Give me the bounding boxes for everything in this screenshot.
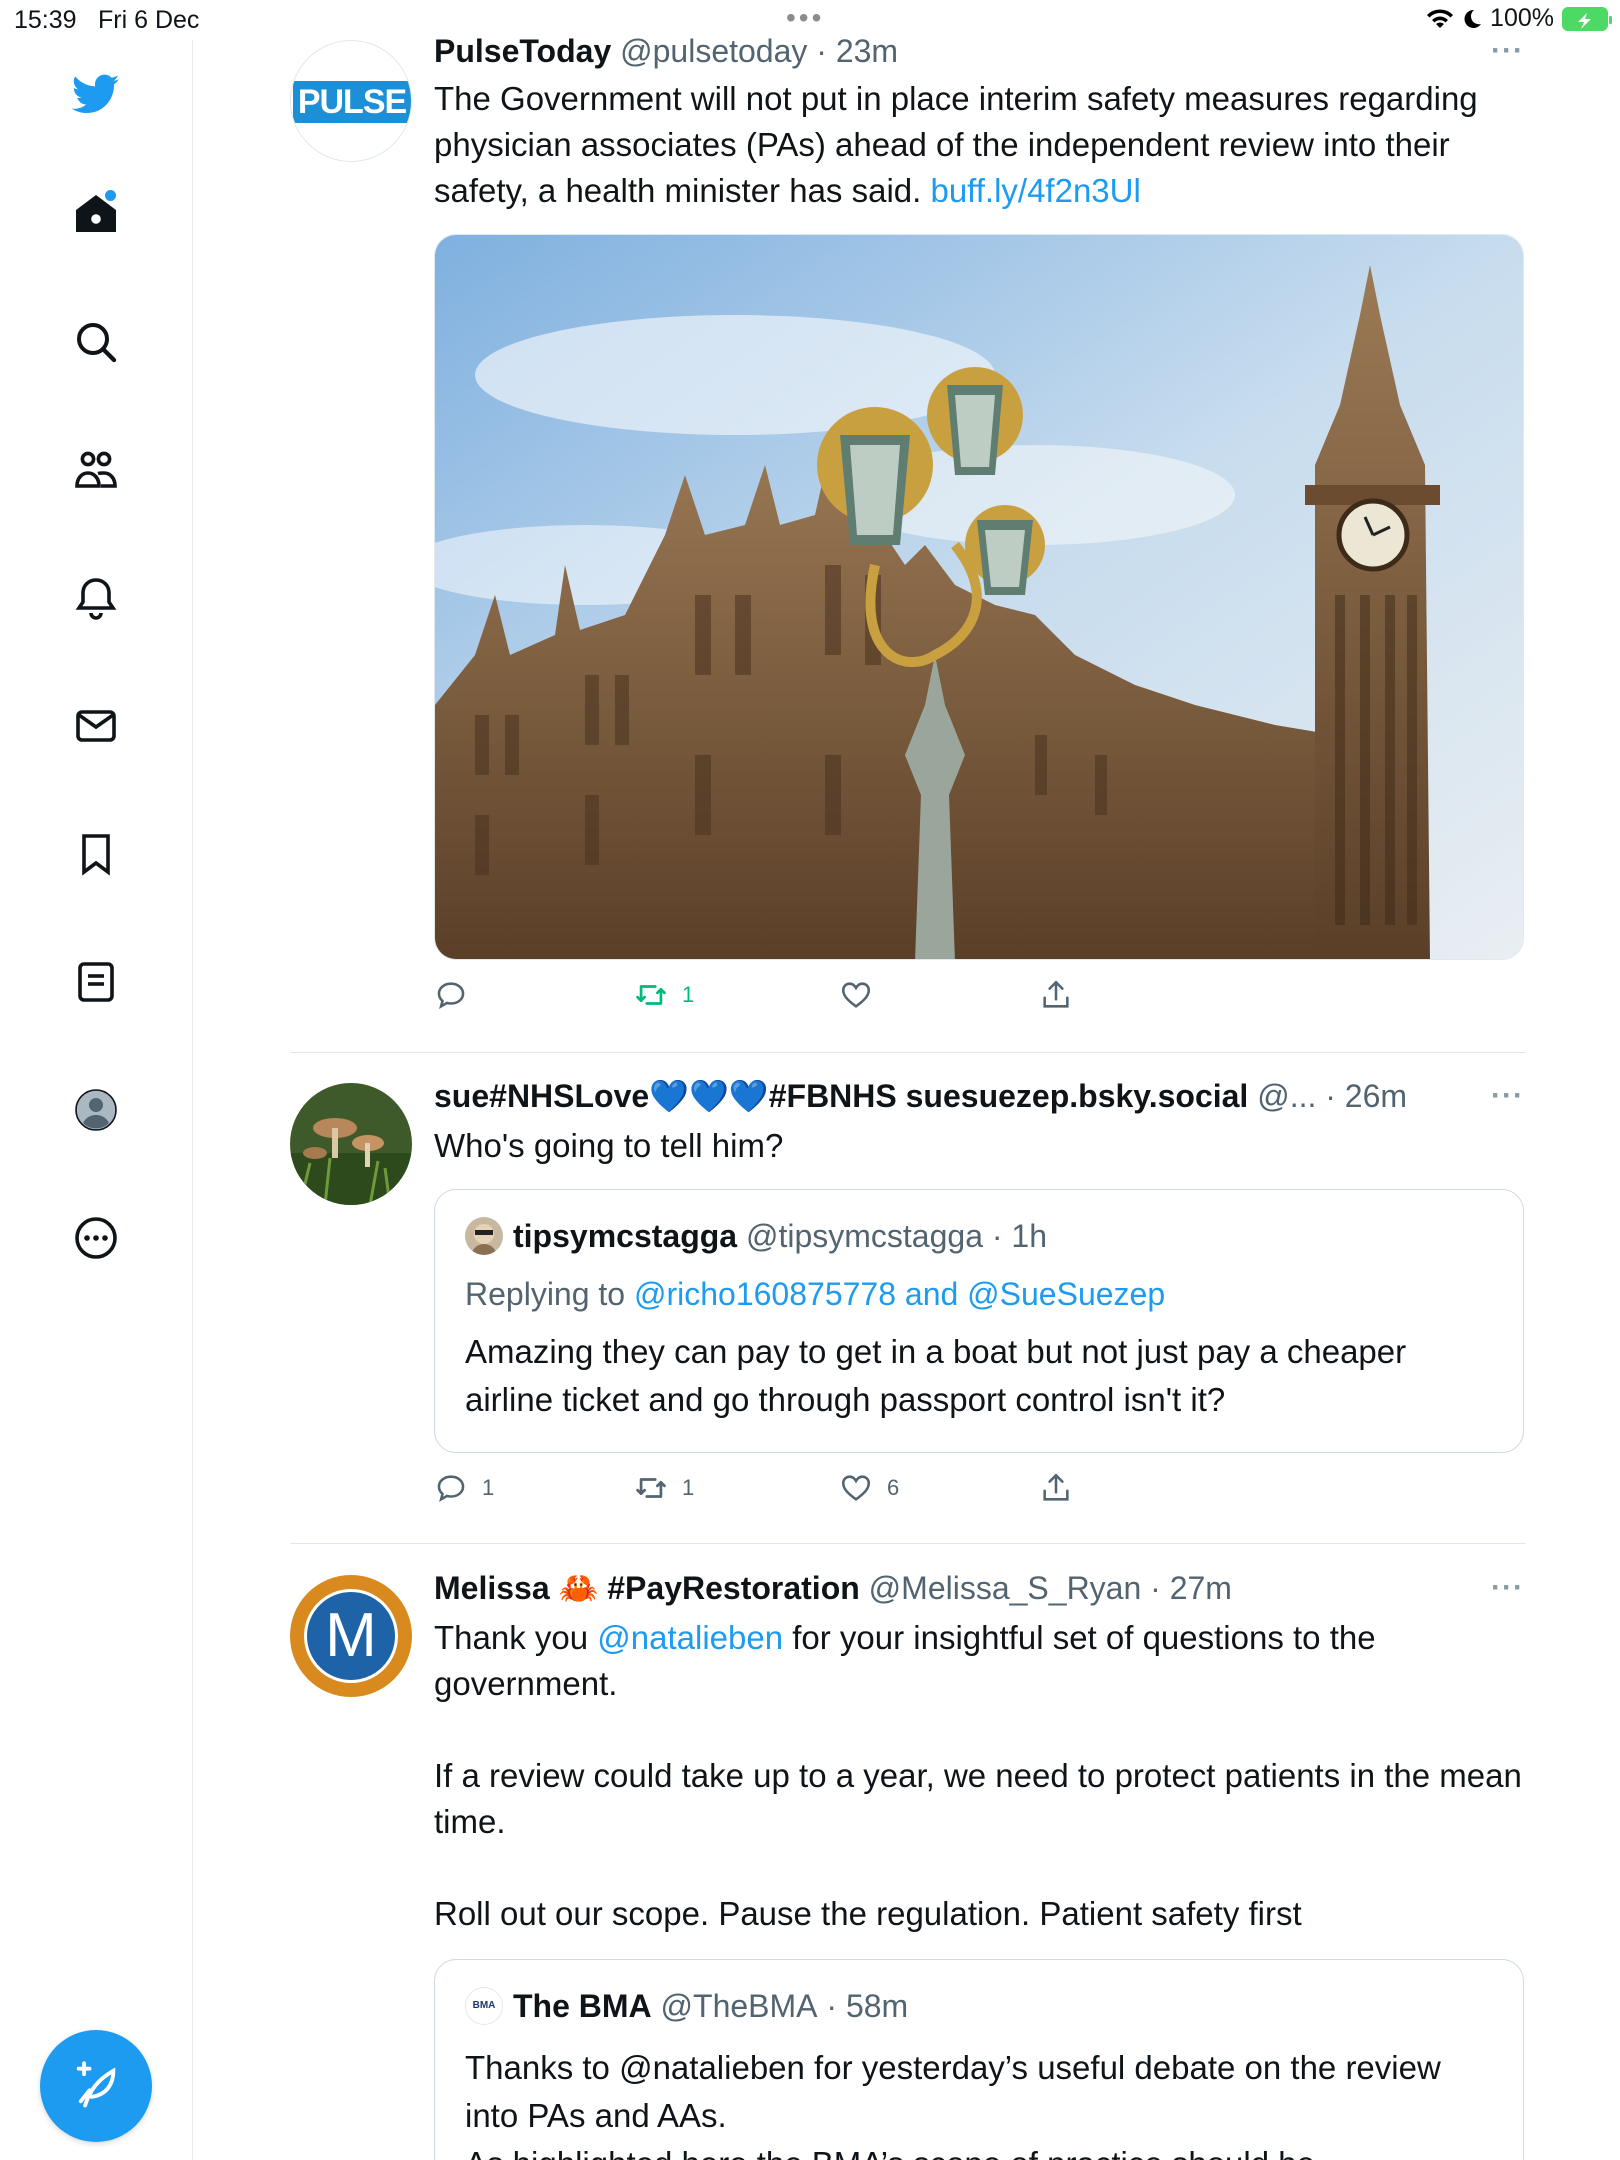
- quoted-tweet-time: 58m: [845, 1988, 909, 2024]
- tweet-paragraph: Roll out our scope. Pause the regulation…: [434, 1895, 1302, 1932]
- quoted-author-handle: @tipsymcstagga: [745, 1218, 983, 1254]
- tweet-header: Melissa 🦀 #PayRestoration @Melissa_S_Rya…: [434, 1567, 1524, 1609]
- avatar[interactable]: M: [290, 1575, 412, 1697]
- quoted-tweet-header: tipsymcstagga @tipsymcstagga · 1h: [465, 1214, 1493, 1258]
- reply-button[interactable]: [434, 978, 482, 1012]
- tweet-divider: [290, 1052, 1526, 1053]
- share-button[interactable]: [1039, 1471, 1073, 1505]
- quoted-tweet-header: BMA The BMA @TheBMA · 58m: [465, 1984, 1493, 2028]
- home-notification-dot: [105, 190, 116, 201]
- author-name[interactable]: sue#NHSLove💙💙💙#FBNHS suesuezep.bsky.soci…: [434, 1078, 1248, 1114]
- feather-plus-icon: [76, 2061, 116, 2108]
- author-name[interactable]: PulseToday: [434, 33, 611, 69]
- heart-icon: [841, 1475, 871, 1501]
- heart-icon: [841, 982, 871, 1008]
- share-icon: [1043, 980, 1069, 1008]
- replying-to-handles[interactable]: @richo160875778 and @SueSuezep: [634, 1276, 1165, 1312]
- compose-tweet-button[interactable]: [40, 2030, 152, 2142]
- more-options-icon[interactable]: ···: [1491, 1567, 1524, 1609]
- avatar-inner-circle: M: [304, 1589, 398, 1683]
- bell-icon[interactable]: [66, 568, 126, 628]
- tweet-time[interactable]: 26m: [1345, 1078, 1407, 1114]
- tweet-text: Thank you @natalieben for your insightfu…: [434, 1619, 1376, 1702]
- share-icon: [1043, 1473, 1069, 1501]
- people-icon[interactable]: [66, 440, 126, 500]
- author-handle[interactable]: @...: [1257, 1078, 1316, 1114]
- more-options-icon[interactable]: ···: [1491, 1075, 1524, 1117]
- bma-logo: BMA: [465, 1987, 503, 2025]
- quoted-tweet[interactable]: BMA The BMA @TheBMA · 58m Thanks to @nat…: [434, 1959, 1524, 2160]
- tweet-text: The Government will not put in place int…: [434, 80, 1478, 209]
- twitter-bird-icon[interactable]: [66, 64, 126, 124]
- retweet-count: 1: [682, 1475, 695, 1500]
- replying-to: Replying to @richo160875778 and @SueSuez…: [465, 1276, 1166, 1312]
- bookmark-icon[interactable]: [66, 824, 126, 884]
- pulse-logo: PULSE: [293, 81, 411, 123]
- reply-icon: [437, 982, 465, 1009]
- reply-button[interactable]: 1: [434, 1471, 494, 1505]
- list-icon[interactable]: [66, 952, 126, 1012]
- tweet-actions: 1: [434, 978, 1524, 1038]
- envelope-icon[interactable]: [66, 696, 126, 756]
- author-handle[interactable]: @Melissa_S_Ryan: [869, 1570, 1142, 1606]
- quoted-tweet-time: 1h: [1011, 1218, 1048, 1254]
- retweet-button[interactable]: 1: [634, 978, 694, 1012]
- timeline-feed: PULSE PulseToday @pulsetoday · 23m ··· T…: [193, 0, 1620, 2160]
- sidebar-nav: [0, 40, 193, 2160]
- like-count: 6: [887, 1475, 900, 1500]
- retweet-count: 1: [682, 982, 695, 1007]
- like-button[interactable]: 6: [839, 1471, 899, 1505]
- quoted-tweet-text: Thanks to @natalieben for yesterday’s us…: [465, 2049, 1441, 2134]
- quoted-author-handle: @TheBMA: [660, 1988, 818, 2024]
- avatar[interactable]: PULSE: [290, 40, 412, 162]
- author-handle[interactable]: @pulsetoday: [620, 33, 807, 69]
- search-icon[interactable]: [66, 312, 126, 372]
- home-icon[interactable]: [66, 184, 126, 244]
- like-button[interactable]: [839, 978, 887, 1012]
- retweet-button[interactable]: 1: [634, 1471, 694, 1505]
- tweet-time[interactable]: 23m: [836, 33, 898, 69]
- quoted-tweet-text-continued: As highlighted here the BMA’s scope of p…: [465, 2140, 1493, 2160]
- tweet-link[interactable]: buff.ly/4f2n3Ul: [930, 172, 1140, 209]
- reply-icon: [437, 1475, 465, 1502]
- quoted-tweet-text: Amazing they can pay to get in a boat bu…: [465, 1333, 1407, 1418]
- quoted-author-name: tipsymcstagga: [513, 1218, 738, 1254]
- parliament-photo: [435, 235, 1523, 959]
- more-circle-icon[interactable]: [66, 1208, 126, 1268]
- status-date: Fri 6 Dec: [98, 6, 200, 34]
- mushroom-avatar-image: [290, 1083, 412, 1205]
- tweet-paragraph: If a review could take up to a year, we …: [434, 1757, 1522, 1840]
- share-button[interactable]: [1039, 978, 1073, 1012]
- avatar[interactable]: [290, 1083, 412, 1205]
- reply-count: 1: [482, 1475, 495, 1500]
- quoted-tweet[interactable]: tipsymcstagga @tipsymcstagga · 1h Replyi…: [434, 1189, 1524, 1453]
- tweet-actions: 1 1 6: [434, 1471, 1524, 1531]
- quoted-avatar: [465, 1217, 503, 1255]
- status-time: 15:39: [14, 6, 77, 34]
- tweet-header: PulseToday @pulsetoday · 23m ···: [434, 30, 1524, 72]
- author-name[interactable]: Melissa 🦀 #PayRestoration: [434, 1570, 860, 1606]
- retweet-icon: [636, 1478, 666, 1498]
- retweet-icon: [636, 985, 666, 1005]
- quoted-author-name: The BMA: [513, 1988, 652, 2024]
- mention-link[interactable]: @natalieben: [597, 1619, 783, 1656]
- tweet-divider: [290, 1543, 1526, 1544]
- tweet-header: sue#NHSLove💙💙💙#FBNHS suesuezep.bsky.soci…: [434, 1075, 1524, 1117]
- tweet-text: Who's going to tell him?: [434, 1127, 784, 1164]
- tweet-media-image[interactable]: [434, 234, 1524, 960]
- profile-icon[interactable]: [66, 1080, 126, 1140]
- more-options-icon[interactable]: ···: [1491, 30, 1524, 72]
- tweet-time[interactable]: 27m: [1170, 1570, 1232, 1606]
